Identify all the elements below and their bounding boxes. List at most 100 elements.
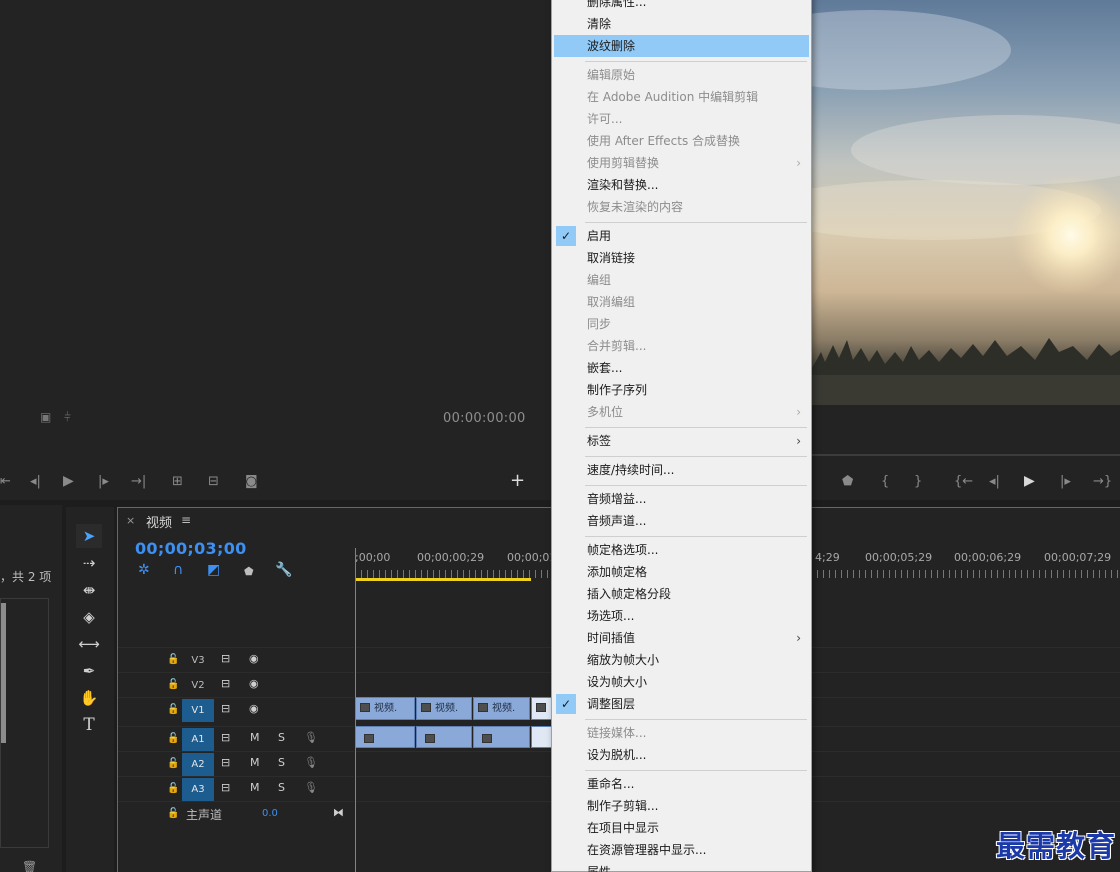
sync-lock-icon[interactable]: ⊟ bbox=[221, 756, 230, 769]
track-name[interactable]: A1 bbox=[182, 728, 214, 751]
video-clip-selected[interactable] bbox=[531, 697, 552, 720]
microphone-icon[interactable]: 🎙 bbox=[304, 756, 318, 769]
sync-lock-icon[interactable]: ⊟ bbox=[221, 781, 230, 794]
safe-margins-icon[interactable]: ▣ bbox=[40, 410, 51, 424]
lock-icon[interactable]: 🔓 bbox=[167, 654, 179, 665]
track-name[interactable]: A3 bbox=[182, 778, 214, 801]
menu-item[interactable]: 取消链接 bbox=[554, 247, 809, 269]
timeline-tab[interactable]: 视频 bbox=[146, 512, 172, 531]
work-area-bar[interactable] bbox=[355, 578, 531, 581]
menu-item[interactable]: 删除属性... bbox=[554, 0, 809, 13]
linked-selection-icon[interactable]: ◩ bbox=[207, 562, 220, 578]
step-forward-icon[interactable]: |▸ bbox=[98, 475, 109, 489]
mark-in-icon[interactable]: { bbox=[881, 475, 889, 489]
sync-lock-icon[interactable]: ⊟ bbox=[221, 652, 230, 665]
wrench-icon[interactable]: 🔧 bbox=[275, 562, 292, 578]
snap-icon[interactable]: ∩ bbox=[173, 562, 183, 578]
project-bin-area[interactable] bbox=[0, 598, 49, 848]
audio-clip[interactable] bbox=[473, 726, 530, 748]
ripple-edit-tool-icon[interactable]: ⇼ bbox=[76, 578, 102, 602]
sync-lock-icon[interactable]: ⊟ bbox=[221, 702, 230, 715]
nest-icon[interactable]: ✲ bbox=[138, 562, 150, 578]
go-to-out-icon[interactable]: →| bbox=[131, 475, 146, 489]
solo-button[interactable]: S bbox=[278, 781, 285, 794]
menu-item[interactable]: 场选项... bbox=[554, 605, 809, 627]
step-back-icon[interactable]: ◂| bbox=[30, 475, 41, 489]
microphone-icon[interactable]: 🎙 bbox=[304, 781, 318, 794]
track-name[interactable]: V2 bbox=[182, 674, 214, 697]
menu-item[interactable]: 属性 bbox=[554, 861, 809, 872]
menu-item[interactable]: 在资源管理器中显示... bbox=[554, 839, 809, 861]
play-icon[interactable]: ▶ bbox=[63, 474, 74, 488]
video-clip[interactable]: 视频. bbox=[473, 697, 530, 720]
slip-tool-icon[interactable]: ⟷ bbox=[76, 632, 102, 656]
hand-tool-icon[interactable]: ✋ bbox=[76, 686, 102, 710]
solo-button[interactable]: S bbox=[278, 756, 285, 769]
audio-clip-selected[interactable] bbox=[531, 726, 552, 748]
menu-item[interactable]: 设为帧大小 bbox=[554, 671, 809, 693]
marker-in-icon[interactable]: ⇤ bbox=[0, 475, 11, 489]
project-scrollbar[interactable] bbox=[1, 603, 6, 743]
microphone-icon[interactable]: 🎙 bbox=[304, 731, 318, 744]
sync-lock-icon[interactable]: ⊟ bbox=[221, 677, 230, 690]
track-name[interactable]: V3 bbox=[182, 649, 214, 672]
program-ruler[interactable] bbox=[811, 440, 1120, 456]
menu-item[interactable]: ✓ 启用 bbox=[554, 225, 809, 247]
export-frame-icon[interactable]: ◙ bbox=[245, 475, 258, 489]
lock-icon[interactable]: 🔓 bbox=[167, 704, 179, 715]
solo-button[interactable]: S bbox=[278, 731, 285, 744]
add-marker-icon[interactable]: ⬟ bbox=[842, 475, 853, 489]
menu-item[interactable]: 在项目中显示 bbox=[554, 817, 809, 839]
add-marker-icon[interactable]: ⬟ bbox=[244, 565, 254, 578]
video-clip[interactable]: 视频. bbox=[416, 697, 472, 720]
eye-icon[interactable]: ◉ bbox=[249, 677, 259, 690]
lock-icon[interactable]: 🔓 bbox=[167, 783, 179, 794]
menu-item[interactable]: 嵌套... bbox=[554, 357, 809, 379]
drop-frame-icon[interactable]: ⫩ bbox=[64, 410, 71, 425]
menu-item[interactable]: 波纹删除 bbox=[554, 35, 809, 57]
menu-item[interactable]: 时间插值 › bbox=[554, 627, 809, 649]
menu-item[interactable]: 重命名... bbox=[554, 773, 809, 795]
track-name[interactable]: A2 bbox=[182, 753, 214, 776]
program-play-icon[interactable]: ▶ bbox=[1024, 474, 1035, 488]
mute-button[interactable]: M bbox=[250, 731, 260, 744]
program-step-forward-icon[interactable]: |▸ bbox=[1060, 475, 1071, 489]
mute-button[interactable]: M bbox=[250, 781, 260, 794]
mark-out-icon[interactable]: } bbox=[914, 475, 922, 489]
menu-item[interactable]: 速度/持续时间... bbox=[554, 459, 809, 481]
go-to-end-icon[interactable]: ⧓ bbox=[333, 806, 344, 819]
audio-clip[interactable] bbox=[355, 726, 415, 748]
menu-item[interactable]: 缩放为帧大小 bbox=[554, 649, 809, 671]
audio-clip[interactable] bbox=[416, 726, 472, 748]
menu-item[interactable]: 音频增益... bbox=[554, 488, 809, 510]
type-tool-icon[interactable]: T bbox=[76, 713, 102, 737]
mute-button[interactable]: M bbox=[250, 756, 260, 769]
selection-tool-icon[interactable]: ➤ bbox=[76, 524, 102, 548]
menu-item[interactable]: 添加帧定格 bbox=[554, 561, 809, 583]
lock-icon[interactable]: 🔓 bbox=[167, 679, 179, 690]
menu-item[interactable]: 渲染和替换... bbox=[554, 174, 809, 196]
timeline-timecode[interactable]: 00;00;03;00 bbox=[135, 539, 247, 558]
menu-item[interactable]: 标签 › bbox=[554, 430, 809, 452]
menu-item[interactable]: 制作子剪辑... bbox=[554, 795, 809, 817]
video-clip[interactable]: 视频. bbox=[355, 697, 415, 720]
menu-item[interactable]: 帧定格选项... bbox=[554, 539, 809, 561]
eye-icon[interactable]: ◉ bbox=[249, 702, 259, 715]
lock-icon[interactable]: 🔓 bbox=[167, 758, 179, 769]
trash-icon[interactable]: 🗑 bbox=[22, 860, 37, 872]
master-volume-value[interactable]: 0.0 bbox=[262, 808, 278, 819]
menu-item[interactable]: 插入帧定格分段 bbox=[554, 583, 809, 605]
eye-icon[interactable]: ◉ bbox=[249, 652, 259, 665]
lock-icon[interactable]: 🔓 bbox=[167, 733, 179, 744]
track-select-tool-icon[interactable]: ⇢ bbox=[76, 551, 102, 575]
sync-lock-icon[interactable]: ⊟ bbox=[221, 731, 230, 744]
insert-icon[interactable]: ⊞ bbox=[172, 475, 183, 489]
program-step-back-icon[interactable]: ◂| bbox=[989, 475, 1000, 489]
menu-item[interactable]: 音频声道... bbox=[554, 510, 809, 532]
go-to-in-icon[interactable]: {← bbox=[954, 475, 973, 489]
close-icon[interactable]: × bbox=[126, 514, 135, 527]
menu-item[interactable]: ✓ 调整图层 bbox=[554, 693, 809, 715]
lock-icon[interactable]: 🔓 bbox=[167, 808, 179, 819]
menu-item[interactable]: 清除 bbox=[554, 13, 809, 35]
add-button[interactable]: + bbox=[510, 472, 525, 490]
